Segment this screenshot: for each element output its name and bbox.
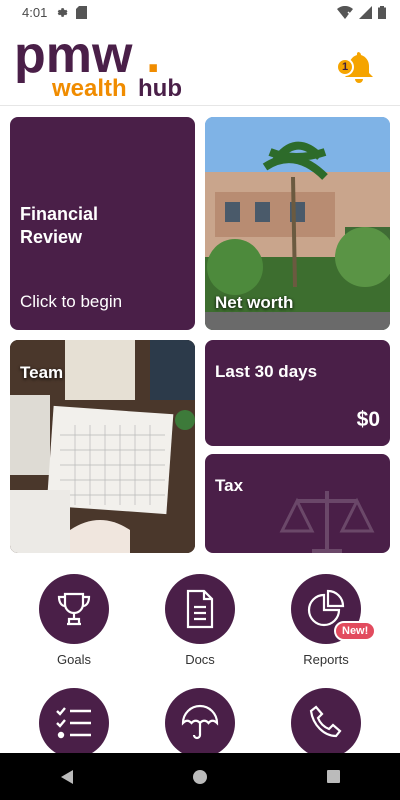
app-header: pmw . wealth hub 1 xyxy=(0,24,400,106)
status-time: 4:01 xyxy=(22,4,48,20)
docs-label: Docs xyxy=(185,652,215,667)
new-badge: New! xyxy=(334,621,377,641)
system-navigation-bar xyxy=(0,753,400,800)
contact-button[interactable] xyxy=(290,688,362,758)
goals-button[interactable]: Goals xyxy=(38,574,110,667)
umbrella-icon xyxy=(181,704,219,740)
tax-tile[interactable]: Tax xyxy=(205,454,390,553)
back-icon[interactable] xyxy=(59,769,75,785)
team-title: Team xyxy=(20,363,64,382)
scales-icon xyxy=(279,491,375,553)
signal-icon xyxy=(359,5,372,19)
home-icon[interactable] xyxy=(192,769,208,785)
status-bar: 4:01 xyxy=(0,0,400,24)
pmw-wealth-hub-logo: pmw . wealth hub xyxy=(14,30,182,100)
svg-text:hub: hub xyxy=(138,75,182,100)
reports-button[interactable]: New! Reports xyxy=(290,574,377,667)
financial-review-subtitle: Click to begin xyxy=(20,292,123,311)
document-icon xyxy=(186,589,214,629)
financial-review-title-line1: Financial xyxy=(20,204,99,224)
phone-icon xyxy=(309,705,342,738)
recents-icon[interactable] xyxy=(326,769,341,784)
trophy-icon xyxy=(57,592,91,626)
last-30-days-tile[interactable]: Last 30 days $0 xyxy=(205,340,390,446)
team-tile[interactable]: Team xyxy=(10,340,195,553)
financial-review-tile[interactable]: Financial Review Click to begin xyxy=(10,117,195,330)
checklist-button[interactable] xyxy=(38,688,110,758)
tax-title: Tax xyxy=(215,476,244,495)
net-worth-title: Net worth xyxy=(215,293,294,312)
goals-label: Goals xyxy=(57,652,91,667)
checklist-icon xyxy=(56,707,91,739)
sd-card-icon xyxy=(76,5,88,19)
last-30-days-title: Last 30 days xyxy=(215,362,318,381)
reports-label: Reports xyxy=(303,652,349,667)
financial-review-title-line2: Review xyxy=(20,227,83,247)
menu-row-1: Goals Docs New! Reports xyxy=(0,574,400,667)
settings-icon xyxy=(58,7,68,17)
svg-text:wealth: wealth xyxy=(51,75,127,100)
battery-icon xyxy=(378,5,386,19)
insurance-button[interactable] xyxy=(164,688,236,758)
menu-row-2 xyxy=(0,688,400,758)
notifications-button[interactable]: 1 xyxy=(336,48,376,84)
wifi-off-icon xyxy=(337,5,353,19)
last-30-days-value: $0 xyxy=(356,408,380,431)
notification-count-badge: 1 xyxy=(336,58,354,76)
docs-button[interactable]: Docs xyxy=(164,574,236,667)
net-worth-tile[interactable]: Net worth xyxy=(205,117,390,330)
